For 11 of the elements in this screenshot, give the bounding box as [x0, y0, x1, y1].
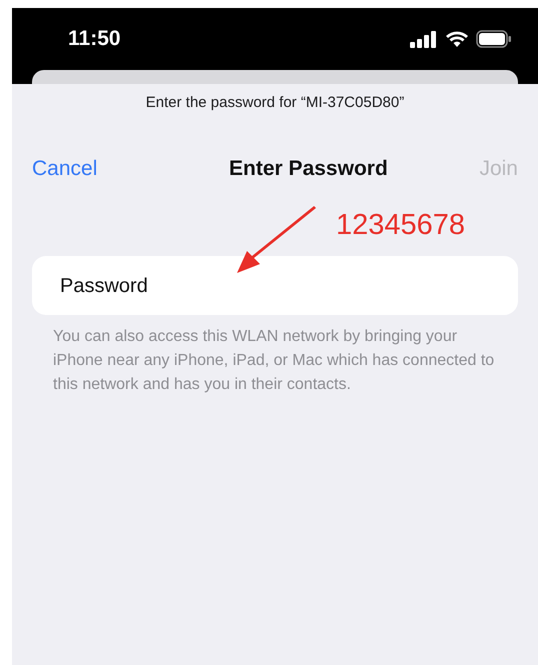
sheet-title: Enter Password [229, 156, 388, 182]
wifi-icon [446, 31, 468, 47]
signal-icon [410, 30, 438, 48]
cancel-button[interactable]: Cancel [32, 152, 98, 184]
battery-icon [476, 30, 512, 48]
sheet-subtitle: Enter the password for “MI-37C05D80” [144, 93, 406, 113]
status-time: 11:50 [68, 26, 121, 52]
footer-note: You can also access this WLAN network by bringing your iPhone near any iPhone, iPad, or Mac which has connected to this network and has you in their contacts. [53, 327, 496, 395]
password-field[interactable]: Password [32, 256, 518, 315]
annotation-text: 12345678 [336, 208, 466, 243]
field-label: Password [60, 274, 148, 298]
